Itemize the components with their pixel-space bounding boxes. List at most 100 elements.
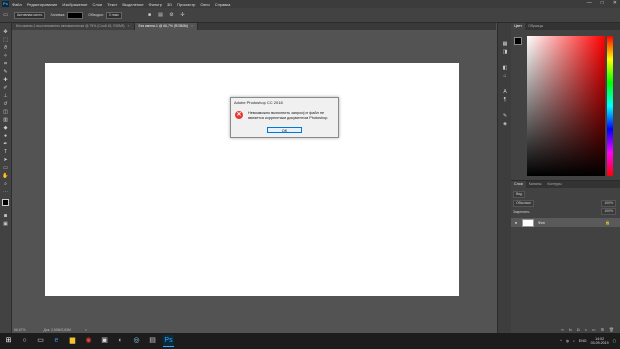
app-icon-2[interactable]: ◎: [131, 335, 142, 346]
tab-layers[interactable]: Слои: [511, 181, 526, 188]
store-icon[interactable]: ▣: [99, 335, 110, 346]
minimize-button[interactable]: —: [587, 0, 592, 6]
pen-tool-icon[interactable]: ✒: [2, 141, 9, 147]
fill-field[interactable]: 100%: [601, 208, 616, 215]
task-view-icon[interactable]: ▭: [35, 335, 46, 346]
menu-select[interactable]: Выделение: [122, 2, 143, 7]
photoshop-taskbar-icon[interactable]: Ps: [163, 335, 174, 347]
gradient-tool-icon[interactable]: ▥: [2, 117, 9, 123]
more-tools-icon[interactable]: ⋯: [2, 189, 9, 195]
tab-color[interactable]: Цвет: [511, 23, 526, 30]
close-button[interactable]: ✕: [613, 0, 617, 6]
menu-edit[interactable]: Редактирование: [27, 2, 57, 7]
tab-document-2[interactable]: Без имени-1 @ 66,7% (RGB/8#) ×: [134, 23, 199, 30]
layer-row-background[interactable]: ● Фон 🔒: [511, 218, 620, 227]
history-brush-tool-icon[interactable]: ↺: [2, 101, 9, 107]
search-icon[interactable]: ○: [19, 335, 30, 346]
quick-mask-icon[interactable]: ◙: [2, 213, 9, 219]
menu-help[interactable]: Справка: [215, 2, 231, 7]
adjustment-layer-icon[interactable]: ◑: [584, 327, 586, 332]
paragraph-icon[interactable]: ¶: [501, 97, 509, 104]
language-indicator[interactable]: ENG: [579, 339, 587, 343]
brushes-icon[interactable]: ✎: [501, 113, 509, 120]
dodge-tool-icon[interactable]: ●: [2, 133, 9, 139]
eyedropper-tool-icon[interactable]: ✎: [2, 69, 9, 75]
tray-chevron-icon[interactable]: ^: [560, 339, 562, 343]
history-icon[interactable]: ▦: [501, 41, 509, 48]
zoom-tool-icon[interactable]: ⌕: [2, 181, 9, 187]
new-group-icon[interactable]: ▭: [592, 327, 596, 332]
lasso-tool-icon[interactable]: ϑ: [2, 45, 9, 51]
clone-stamp-tool-icon[interactable]: ⊥: [2, 93, 9, 99]
crop-tool-icon[interactable]: ⌗: [2, 61, 9, 67]
layer-style-icon[interactable]: fx: [569, 327, 572, 332]
app-icon-3[interactable]: ▤: [147, 335, 158, 346]
network-icon[interactable]: ◍: [566, 339, 569, 343]
menu-type[interactable]: Текст: [107, 2, 117, 7]
close-tab-icon[interactable]: ×: [128, 24, 130, 28]
add-mask-icon[interactable]: ◘: [577, 327, 579, 332]
windows-start-icon[interactable]: ⊞: [3, 335, 14, 346]
menu-file[interactable]: Файл: [12, 2, 22, 7]
properties-icon[interactable]: ◨: [501, 49, 509, 56]
link-layers-icon[interactable]: ∞: [561, 327, 564, 332]
menu-layers[interactable]: Слои: [93, 2, 103, 7]
opacity-field[interactable]: 100%: [601, 200, 616, 207]
adjustments-icon[interactable]: ◧: [501, 65, 509, 72]
hue-slider[interactable]: [607, 36, 613, 176]
panel-foreground-swatch[interactable]: [514, 37, 522, 45]
screen-mode-icon[interactable]: ▣: [2, 221, 9, 227]
menu-view[interactable]: Просмотр: [177, 2, 195, 7]
tab-paths[interactable]: Контуры: [545, 181, 565, 188]
blur-tool-icon[interactable]: ◆: [2, 125, 9, 131]
path-selection-tool-icon[interactable]: ➤: [2, 157, 9, 163]
rectangle-tool-icon[interactable]: ▭: [2, 165, 9, 171]
maximize-button[interactable]: □: [601, 0, 604, 6]
type-tool-icon[interactable]: T: [2, 149, 9, 155]
new-layer-icon[interactable]: ⊞: [601, 327, 604, 332]
libraries-icon[interactable]: ⌂: [501, 73, 509, 80]
styles-icon[interactable]: ◈: [501, 121, 509, 128]
marquee-tool-icon[interactable]: ⬚: [2, 37, 9, 43]
volume-icon[interactable]: ♪: [573, 339, 575, 343]
error-icon: ✕: [235, 111, 243, 119]
kind-filter-select[interactable]: Вид: [513, 191, 526, 198]
menu-3d[interactable]: 3D: [167, 2, 172, 7]
fill-swatch[interactable]: [67, 11, 84, 19]
menu-filter[interactable]: Фильтр: [149, 2, 162, 7]
eraser-tool-icon[interactable]: ◫: [2, 109, 9, 115]
clock[interactable]: 14:02 03.09.2019: [591, 337, 609, 346]
hand-tool-icon[interactable]: ✋: [2, 173, 9, 179]
tab-document-1[interactable]: Без имени-1 восстановлено автоматически …: [12, 23, 135, 30]
delete-layer-icon[interactable]: 🗑: [609, 327, 614, 332]
close-tab-icon[interactable]: ×: [191, 24, 193, 28]
healing-brush-tool-icon[interactable]: ✚: [2, 77, 9, 83]
blend-mode-select[interactable]: Обычные: [513, 200, 534, 207]
visibility-eye-icon[interactable]: ●: [513, 220, 519, 225]
menu-image[interactable]: Изображение: [62, 2, 87, 7]
edge-browser-icon[interactable]: e: [51, 335, 62, 346]
preset-field[interactable]: Активная кисть: [14, 11, 46, 19]
arrange-icon[interactable]: ▤: [158, 12, 163, 18]
path-align-icon[interactable]: ✢: [180, 12, 185, 18]
notifications-icon[interactable]: ▢: [613, 339, 616, 343]
zoom-level[interactable]: 66,67%: [14, 328, 26, 332]
brush-tool-icon[interactable]: ✐: [2, 85, 9, 91]
stroke-size-field[interactable]: 3 пикс: [105, 11, 123, 19]
tab-channels[interactable]: Каналы: [526, 181, 545, 188]
app-icon-1[interactable]: ◐: [115, 335, 126, 346]
saturation-brightness-field[interactable]: [527, 36, 605, 176]
move-tool-icon[interactable]: ✥: [2, 29, 9, 35]
tool-preset-icon[interactable]: ▭: [3, 12, 8, 18]
align-icon[interactable]: ■: [147, 12, 152, 18]
foreground-color-swatch[interactable]: [2, 199, 9, 206]
status-arrow-icon[interactable]: >: [85, 328, 87, 332]
magic-wand-tool-icon[interactable]: ✧: [2, 53, 9, 59]
file-explorer-icon[interactable]: ▆: [67, 335, 78, 346]
ok-button[interactable]: OK: [267, 127, 302, 133]
settings-gear-icon[interactable]: ⚙: [169, 12, 174, 18]
chrome-icon[interactable]: ◉: [83, 335, 94, 346]
menu-window[interactable]: Окно: [200, 2, 209, 7]
tab-swatches[interactable]: Образцы: [525, 23, 546, 30]
character-icon[interactable]: A: [501, 89, 509, 96]
